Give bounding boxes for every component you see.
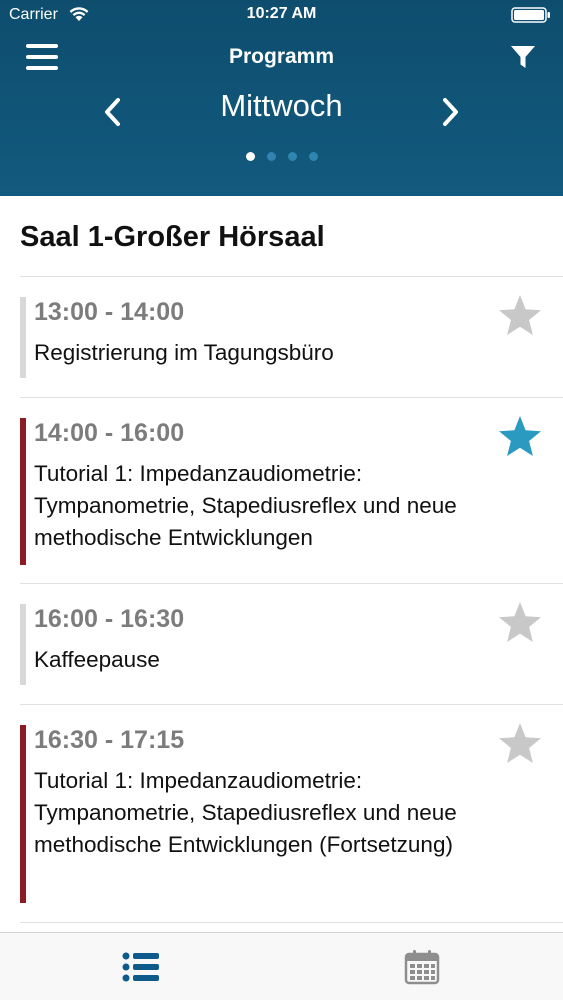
star-icon[interactable] (497, 721, 543, 765)
filter-funnel-icon[interactable] (509, 43, 537, 71)
divider (20, 397, 563, 398)
category-bar (20, 297, 26, 378)
session-time: 16:30 - 17:15 (34, 726, 185, 754)
session-title: Tutorial 1: Impedanzaudiometrie: Tympano… (34, 768, 457, 857)
session-title: Registrierung im Tagungsbüro (34, 340, 334, 365)
page-dot[interactable] (287, 152, 297, 161)
star-icon[interactable] (497, 600, 543, 644)
star-icon[interactable] (497, 414, 543, 458)
battery-icon (511, 7, 550, 23)
session-time: 13:00 - 14:00 (34, 298, 185, 326)
room-title: Saal 1-Großer Hörsaal (20, 221, 325, 253)
status-bar: Carrier 10:27 AM (0, 0, 563, 30)
category-bar (20, 604, 26, 685)
status-time: 10:27 AM (246, 5, 317, 22)
page-dot[interactable] (245, 152, 255, 161)
session-time: 16:00 - 16:30 (34, 605, 185, 633)
divider (20, 922, 563, 923)
divider (20, 276, 563, 277)
session-title: Tutorial 1: Impedanzaudiometrie: Tympano… (34, 461, 457, 550)
session-item[interactable]: 13:00 - 14:00 Registrierung im Tagungsbü… (20, 295, 563, 378)
category-bar (20, 418, 26, 565)
divider (20, 583, 563, 584)
divider (20, 704, 563, 705)
calendar-icon[interactable] (404, 949, 440, 985)
page-dot[interactable] (308, 152, 318, 161)
session-item[interactable]: 16:00 - 16:30 Kaffeepause (20, 602, 563, 685)
category-bar (20, 725, 26, 903)
list-icon[interactable] (122, 952, 160, 982)
page-indicator[interactable] (0, 152, 563, 161)
session-item[interactable]: 16:30 - 17:15 Tutorial 1: Impedanzaudiom… (20, 723, 563, 903)
star-icon[interactable] (497, 293, 543, 337)
tab-bar (0, 932, 563, 1000)
day-title: Mittwoch (220, 88, 343, 123)
chevron-right-icon[interactable] (439, 94, 463, 130)
session-time: 14:00 - 16:00 (34, 419, 185, 447)
page-dot[interactable] (266, 152, 276, 161)
nav-title: Programm (228, 45, 335, 68)
session-title: Kaffeepause (34, 647, 160, 672)
session-item[interactable]: 14:00 - 16:00 Tutorial 1: Impedanzaudiom… (20, 416, 563, 565)
header: Carrier 10:27 AM Programm Mittwoch (0, 0, 563, 196)
